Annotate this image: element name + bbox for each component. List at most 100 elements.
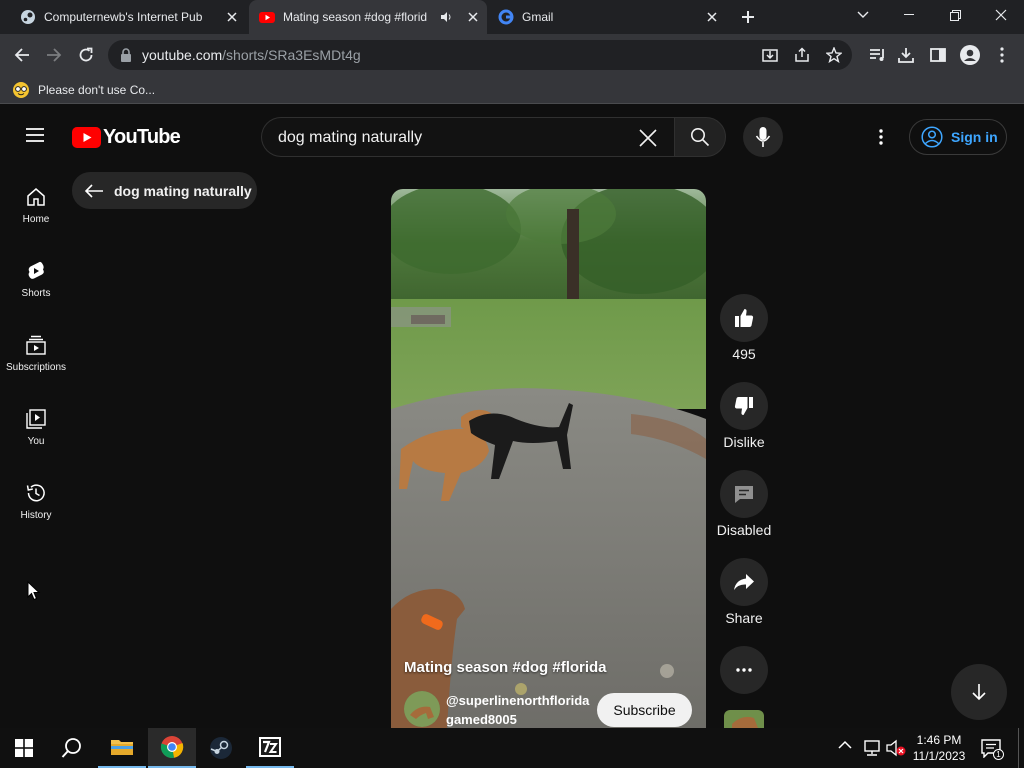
dislike-button[interactable] — [720, 382, 768, 430]
close-tab-icon[interactable] — [465, 9, 481, 25]
back-to-search-chip[interactable]: dog mating naturally — [72, 172, 257, 209]
tab-gmail[interactable]: Gmail — [490, 0, 726, 34]
chrome-taskbar-button[interactable] — [148, 728, 196, 768]
bookmark-star-icon[interactable] — [826, 47, 842, 63]
next-short-button[interactable] — [951, 664, 1007, 720]
tab-search-button[interactable] — [840, 0, 886, 30]
clock-time: 1:46 PM — [916, 733, 962, 747]
search-input[interactable]: dog mating naturally — [261, 117, 674, 157]
youtube-logo[interactable]: YouTube — [72, 125, 181, 149]
network-icon — [864, 740, 880, 756]
reload-button[interactable] — [72, 41, 100, 69]
7zip-taskbar-button[interactable] — [246, 728, 294, 768]
account-circle-icon — [921, 126, 943, 148]
sound-thumbnail-image — [724, 710, 764, 728]
search-button[interactable] — [674, 117, 726, 157]
url-text: youtube.com/shorts/SRa3EsMDt4g — [142, 47, 361, 63]
more-horizontal-icon — [736, 668, 752, 672]
tab-title: Mating season #dog #florid — [283, 10, 428, 24]
clock-date: 11/1/2023 — [912, 749, 966, 763]
back-chip-label: dog mating naturally — [114, 182, 252, 199]
comments-button[interactable] — [720, 470, 768, 518]
short-title[interactable]: Mating season #dog #florida — [404, 659, 607, 676]
tab-media-button[interactable] — [864, 41, 892, 69]
settings-more-button[interactable] — [868, 125, 894, 149]
guide-menu-button[interactable] — [24, 126, 48, 148]
sound-thumbnail[interactable] — [724, 710, 764, 728]
network-tray-button[interactable] — [862, 739, 882, 757]
shorts-video-player[interactable]: Mating season #dog #florida @superlineno… — [391, 189, 706, 728]
url-host: youtube.com — [142, 47, 223, 63]
close-window-button[interactable] — [978, 0, 1024, 30]
sidebar-item-label: Home — [22, 214, 50, 225]
steam-favicon-icon — [21, 10, 35, 24]
restore-button[interactable] — [932, 0, 978, 30]
bookmark-item[interactable]: Please don't use Co... — [12, 81, 212, 99]
search-icon — [61, 738, 81, 758]
thumbs-up-icon — [735, 309, 754, 327]
bookmarks-bar: Please don't use Co... — [0, 76, 1024, 104]
show-hidden-icons-button[interactable] — [838, 740, 854, 756]
sidebar-item-label: History — [20, 510, 52, 521]
file-explorer-button[interactable] — [98, 728, 146, 768]
arrow-left-icon — [84, 183, 103, 198]
you-library-icon — [26, 409, 46, 429]
dislike-label: Dislike — [723, 434, 765, 450]
sidebar-item-shorts[interactable]: Shorts — [0, 260, 72, 330]
like-button[interactable] — [720, 294, 768, 342]
install-app-icon[interactable] — [762, 47, 778, 63]
tab-youtube-short[interactable]: Mating season #dog #florid — [249, 0, 487, 34]
sign-in-label: Sign in — [951, 129, 998, 145]
comments-label: Disabled — [716, 522, 772, 538]
chrome-icon — [160, 736, 184, 758]
windows-logo-icon — [15, 739, 33, 757]
sidebar-item-home[interactable]: Home — [0, 186, 72, 256]
clear-search-icon[interactable] — [638, 128, 658, 148]
channel-name-link[interactable]: @superlinenorthfloridagamed8005 — [446, 691, 596, 728]
channel-avatar-image — [404, 691, 440, 727]
channel-avatar[interactable] — [404, 691, 440, 727]
sidebar-item-you[interactable]: You — [0, 408, 72, 478]
search-query-text: dog mating naturally — [278, 129, 423, 146]
history-icon — [26, 484, 45, 502]
downloads-button[interactable] — [892, 41, 920, 69]
chrome-menu-button[interactable] — [988, 41, 1016, 69]
new-tab-button[interactable] — [737, 6, 759, 28]
minimize-button[interactable] — [886, 0, 932, 30]
sidebar-item-label: Shorts — [21, 288, 51, 299]
share-page-icon[interactable] — [794, 47, 810, 63]
share-button[interactable] — [720, 558, 768, 606]
subscribe-button[interactable]: Subscribe — [597, 693, 692, 727]
address-bar[interactable]: youtube.com/shorts/SRa3EsMDt4g — [108, 40, 852, 70]
taskbar-clock[interactable]: 1:46 PM 11/1/2023 — [904, 732, 974, 764]
taskbar-search-button[interactable] — [48, 728, 96, 768]
arrow-right-icon — [47, 48, 62, 62]
hamburger-menu-icon — [26, 128, 44, 142]
close-tab-icon[interactable] — [224, 9, 240, 25]
close-tab-icon[interactable] — [704, 9, 720, 25]
volume-tray-button[interactable] — [886, 739, 906, 757]
back-button[interactable] — [8, 41, 36, 69]
side-panel-button[interactable] — [924, 41, 952, 69]
start-button[interactable] — [0, 728, 48, 768]
restore-icon — [949, 9, 961, 21]
side-panel-icon — [930, 48, 946, 62]
forward-button[interactable] — [40, 41, 68, 69]
action-center-button[interactable]: 1 — [980, 738, 1004, 760]
profile-button[interactable] — [956, 41, 984, 69]
media-queue-icon — [870, 49, 884, 61]
show-desktop-button[interactable] — [1018, 728, 1024, 768]
voice-search-button[interactable] — [743, 117, 783, 157]
sidebar-item-history[interactable]: History — [0, 482, 72, 552]
google-favicon-icon — [498, 9, 514, 25]
tab-computernewb[interactable]: Computernewb's Internet Pub H — [8, 0, 246, 34]
steam-taskbar-button[interactable] — [197, 728, 245, 768]
audio-playing-icon[interactable] — [439, 10, 453, 24]
shorts-icon — [28, 261, 44, 279]
more-actions-button[interactable] — [720, 646, 768, 694]
sidebar-item-subscriptions[interactable]: Subscriptions — [0, 334, 72, 404]
sign-in-button[interactable]: Sign in — [909, 119, 1007, 155]
share-label: Share — [725, 610, 763, 626]
lock-icon — [121, 48, 131, 62]
comment-disabled-icon — [735, 486, 753, 503]
